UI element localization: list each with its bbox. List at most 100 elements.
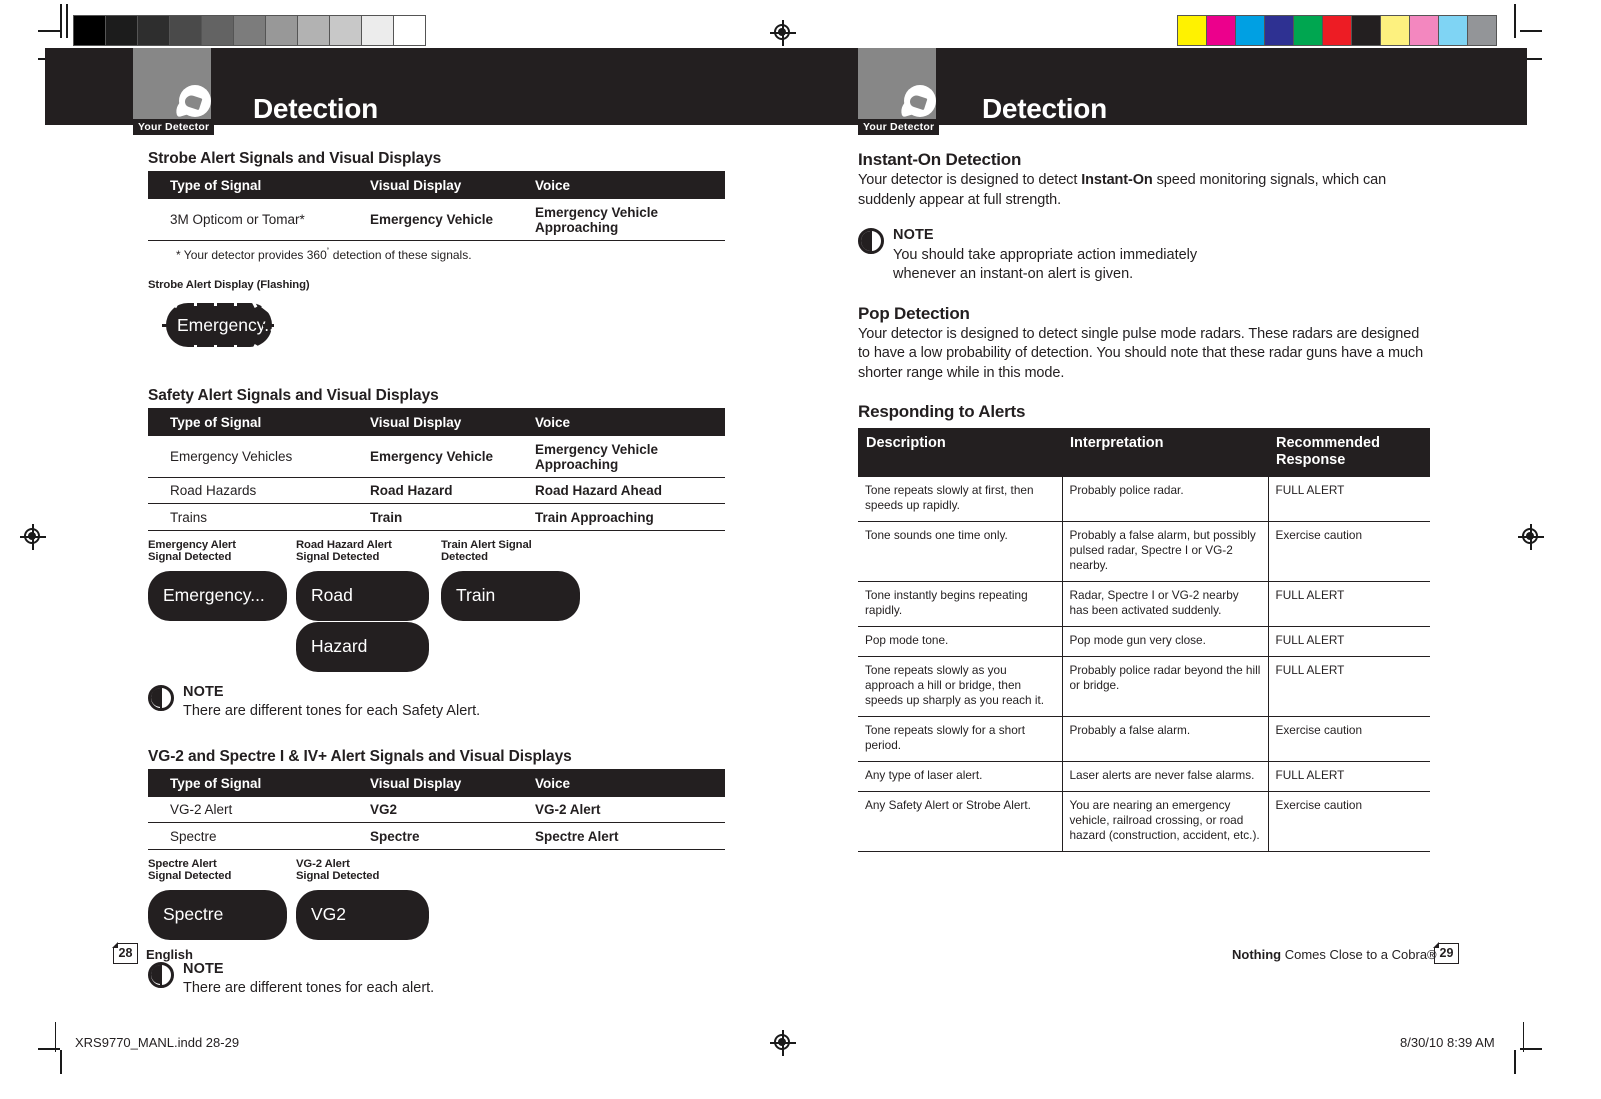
right-page-title: Detection — [982, 93, 1107, 124]
responding-to-alerts-table: Description Interpretation Recommended R… — [858, 428, 1430, 852]
crop-mark — [1520, 30, 1542, 32]
instant-on-heading: Instant-On Detection — [858, 150, 1022, 169]
emergency-alert-caption: Emergency Alert Signal Detected — [148, 538, 236, 564]
instant-on-paragraph: Your detector is designed to detect Inst… — [858, 171, 1430, 210]
tagline-bold: Nothing — [1232, 947, 1282, 962]
left-page-content: Strobe Alert Signals and Visual Displays… — [148, 150, 725, 999]
cell-description: Tone repeats slowly as you approach a hi… — [858, 656, 1063, 717]
strobe-display-caption: Strobe Alert Display (Flashing) — [148, 278, 310, 291]
note-body: NOTE There are different tones for each … — [183, 960, 434, 999]
spectre-alert-display: Spectre — [148, 889, 287, 940]
cell-interpretation: Probably a false alarm, but possibly pul… — [1062, 521, 1269, 582]
cobra-tagline: Nothing Comes Close to a Cobra® — [1232, 947, 1437, 962]
strobe-signal-table: Type of Signal Visual Display Voice 3M O… — [148, 171, 725, 241]
safety-display-group: Emergency Alert Signal Detected Emergenc… — [148, 539, 725, 679]
cell-description: Pop mode tone. — [858, 626, 1063, 657]
cell-response: Exercise caution — [1268, 716, 1430, 762]
pop-detection-heading: Pop Detection — [858, 303, 970, 323]
cell-description: Tone repeats slowly for a short period. — [858, 716, 1063, 762]
responding-heading: Responding to Alerts — [858, 402, 1026, 421]
table-header-row: Description Interpretation Recommended R… — [858, 428, 1430, 477]
table-row: Road Hazards Road Hazard Road Hazard Ahe… — [148, 477, 725, 504]
cell-interpretation: Radar, Spectre I or VG-2 nearby has been… — [1062, 581, 1269, 627]
pop-detection-paragraph: Your detector is designed to detect sing… — [858, 325, 1424, 381]
paragraph-bold-term: Instant-On — [1081, 172, 1153, 188]
table-row: Any Safety Alert or Strobe Alert. You ar… — [858, 791, 1430, 852]
note-text: There are different tones for each Safet… — [183, 703, 481, 719]
detector-icon — [898, 85, 936, 119]
cell-visual-display: Road Hazard — [370, 477, 535, 504]
column-header: Type of Signal — [148, 171, 370, 199]
cell-response: Exercise caution — [1268, 791, 1430, 852]
train-alert-caption: Train Alert Signal Detected — [441, 538, 532, 564]
cell-voice: Train Approaching — [535, 503, 725, 531]
cell-voice: VG-2 Alert — [535, 796, 725, 823]
note-text: There are different tones for each alert… — [183, 980, 435, 996]
table-row: Spectre Spectre Spectre Alert — [148, 822, 725, 850]
safety-section-heading: Safety Alert Signals and Visual Displays — [148, 387, 439, 404]
cell-voice: Emergency Vehicle Approaching — [535, 199, 725, 241]
registration-mark-top — [770, 20, 796, 46]
strobe-section-heading: Strobe Alert Signals and Visual Displays — [148, 150, 442, 167]
cell-type-of-signal: Trains — [148, 503, 370, 531]
note-icon — [858, 228, 884, 254]
right-page-number: 29 — [1433, 942, 1459, 964]
safety-note: NOTE There are different tones for each … — [148, 683, 725, 722]
table-row: Tone repeats slowly as you approach a hi… — [858, 656, 1430, 717]
left-page-tab-label: Your Detector — [133, 119, 215, 135]
note-text-line1: You should take appropriate action immed… — [893, 246, 1198, 263]
note-body: NOTE You should take appropriate action … — [893, 226, 1197, 285]
note-icon — [148, 684, 174, 711]
cell-visual-display: Emergency Vehicle — [370, 199, 535, 241]
road-hazard-display-line2: Hazard — [296, 621, 429, 672]
cell-interpretation: Pop mode gun very close. — [1062, 626, 1269, 657]
vg2-section-heading: VG-2 and Spectre I & IV+ Alert Signals a… — [148, 747, 572, 765]
column-header: Type of Signal — [148, 769, 370, 797]
column-header: Voice — [535, 171, 725, 199]
cell-description: Tone sounds one time only. — [858, 521, 1063, 582]
note-body: NOTE There are different tones for each … — [183, 683, 480, 722]
strobe-alert-display: Emergency... — [148, 295, 288, 356]
cell-response: FULL ALERT — [1268, 626, 1430, 657]
left-page-title: Detection — [253, 93, 378, 124]
note-title: NOTE — [183, 683, 224, 700]
column-header: Visual Display — [370, 408, 535, 436]
cell-visual-display: Train — [370, 503, 535, 531]
cell-interpretation: Probably police radar. — [1062, 477, 1269, 522]
column-header: Visual Display — [370, 171, 535, 199]
table-row: Pop mode tone. Pop mode gun very close. … — [858, 626, 1430, 657]
cell-voice: Emergency Vehicle Approaching — [535, 436, 725, 478]
table-header-row: Type of Signal Visual Display Voice — [148, 408, 725, 436]
table-row: Tone repeats slowly at first, then speed… — [858, 477, 1430, 522]
cell-response: FULL ALERT — [1268, 656, 1430, 717]
table-row: Any type of laser alert. Laser alerts ar… — [858, 761, 1430, 792]
crop-mark — [60, 1050, 62, 1074]
cell-type-of-signal: Road Hazards — [148, 477, 370, 504]
registration-mark-left — [20, 524, 46, 550]
column-header-description: Description — [858, 428, 1062, 477]
table-row: Tone sounds one time only. Probably a fa… — [858, 521, 1430, 582]
instant-on-note: NOTE You should take appropriate action … — [858, 226, 1430, 285]
vg2-alert-display: VG2 — [296, 889, 429, 940]
right-page-content: Instant-On Detection Your detector is de… — [858, 150, 1430, 852]
cell-response: FULL ALERT — [1268, 761, 1430, 792]
column-header: Visual Display — [370, 769, 535, 797]
table-row: Tone instantly begins repeating rapidly.… — [858, 581, 1430, 627]
note-icon — [148, 961, 174, 988]
footnote-text-post: detection of these signals. — [329, 247, 472, 262]
crop-mark — [1514, 1050, 1516, 1074]
manual-spread-page: Your Detector Detection Your Detector De… — [0, 0, 1601, 1099]
left-page-number: 28 — [112, 942, 138, 964]
strobe-footnote: * Your detector provides 360˚ detection … — [148, 247, 725, 262]
safety-signal-table: Type of Signal Visual Display Voice Emer… — [148, 408, 725, 531]
emergency-alert-display: Emergency... — [148, 570, 287, 621]
cell-type-of-signal: 3M Opticom or Tomar* — [148, 199, 370, 241]
cell-visual-display: VG2 — [370, 796, 535, 823]
imprint-filename: XRS9770_MANL.indd 28-29 — [75, 1035, 240, 1050]
registration-mark-right — [1518, 524, 1544, 550]
table-row: Tone repeats slowly for a short period. … — [858, 716, 1430, 762]
footnote-text-pre: * Your detector provides 360 — [176, 247, 327, 262]
crop-mark — [55, 1022, 57, 1052]
cell-response: FULL ALERT — [1268, 477, 1430, 522]
road-hazard-display-line1: Road — [296, 570, 429, 621]
